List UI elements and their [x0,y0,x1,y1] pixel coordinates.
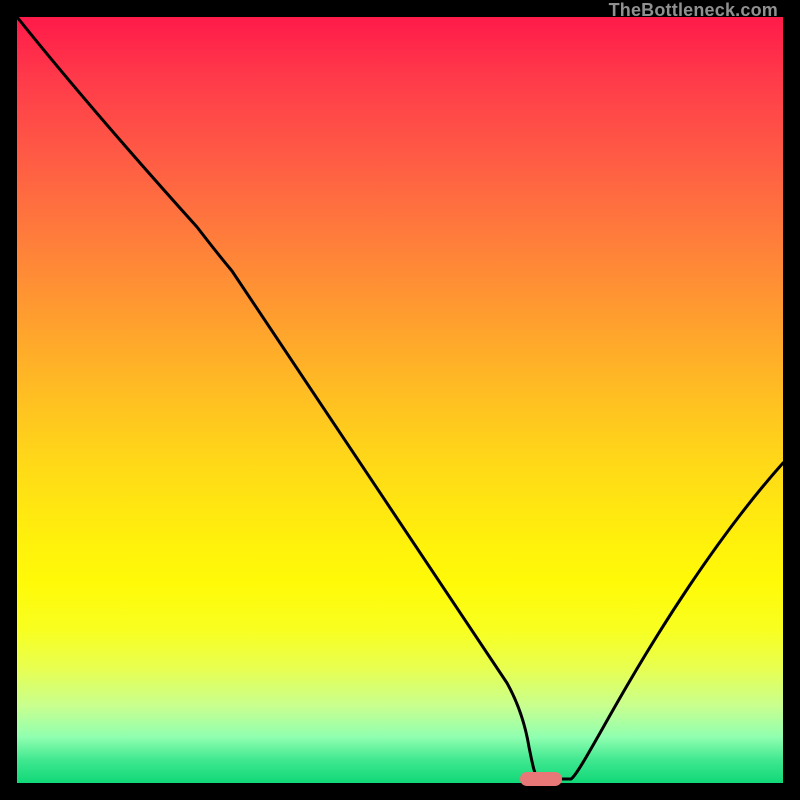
attribution-label: TheBottleneck.com [609,0,778,21]
optimum-marker [520,772,562,786]
plot-area [17,17,783,783]
chart-container: TheBottleneck.com [0,0,800,800]
